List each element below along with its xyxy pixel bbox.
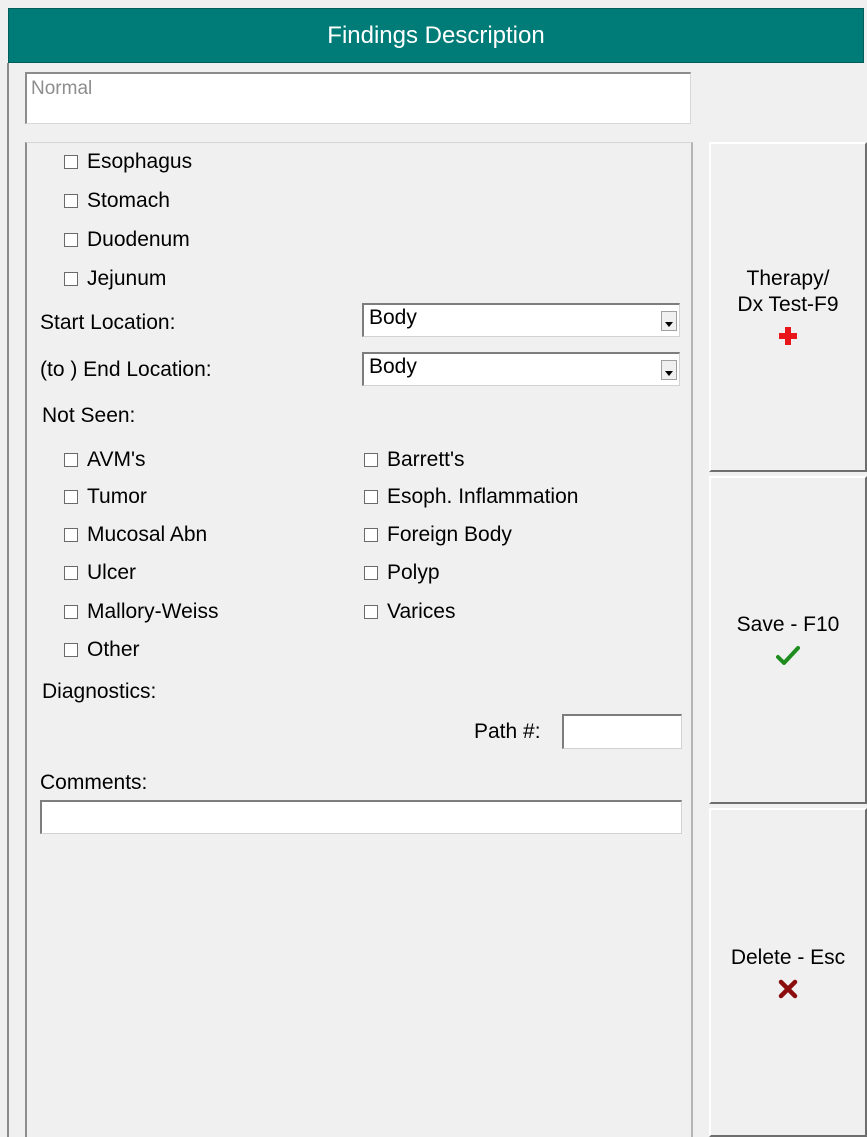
checkbox-other[interactable]: Other <box>64 638 140 662</box>
checkbox-esoph-inflammation[interactable]: Esoph. Inflammation <box>364 485 578 509</box>
checkbox-box[interactable] <box>364 605 378 619</box>
checkbox-mallory-weiss[interactable]: Mallory-Weiss <box>64 600 218 624</box>
comments-input[interactable] <box>40 800 682 834</box>
therapy-dx-test-button[interactable]: Therapy/ Dx Test-F9 <box>709 142 867 472</box>
checkbox-polyp[interactable]: Polyp <box>364 561 440 585</box>
checkbox-barretts[interactable]: Barrett's <box>364 448 465 472</box>
checkbox-foreign-body[interactable]: Foreign Body <box>364 523 512 547</box>
end-location-label: (to ) End Location: <box>40 358 212 381</box>
checkbox-label: Tumor <box>87 485 147 508</box>
save-button-label: Save - F10 <box>736 613 840 636</box>
start-location-label: Start Location: <box>40 311 176 334</box>
checkbox-jejunum[interactable]: Jejunum <box>64 267 166 291</box>
checkbox-box[interactable] <box>64 453 78 467</box>
checkbox-label: Other <box>87 638 140 661</box>
checkbox-label: Foreign Body <box>387 523 512 546</box>
checkbox-tumor[interactable]: Tumor <box>64 485 147 509</box>
checkbox-ulcer[interactable]: Ulcer <box>64 561 136 585</box>
checkbox-mucosal-abn[interactable]: Mucosal Abn <box>64 523 207 547</box>
checkbox-label: Mallory-Weiss <box>87 600 219 623</box>
delete-button[interactable]: Delete - Esc <box>709 808 867 1137</box>
start-location-value: Body <box>369 306 417 329</box>
checkbox-box[interactable] <box>64 490 78 504</box>
checkbox-box[interactable] <box>64 605 78 619</box>
start-location-select[interactable]: Body <box>362 303 680 337</box>
checkbox-stomach[interactable]: Stomach <box>64 189 170 213</box>
checkbox-box[interactable] <box>64 233 78 247</box>
checkbox-box[interactable] <box>64 194 78 208</box>
findings-description-input[interactable]: Normal <box>25 72 691 124</box>
dropdown-button[interactable] <box>661 360 677 380</box>
checkbox-varices[interactable]: Varices <box>364 600 455 624</box>
checkbox-label: Polyp <box>387 561 440 584</box>
checkbox-esophagus[interactable]: Esophagus <box>64 150 192 174</box>
checkbox-label: Stomach <box>87 189 170 212</box>
checkbox-label: Barrett's <box>387 448 465 471</box>
path-number-label: Path #: <box>474 720 541 743</box>
checkbox-label: Esoph. Inflammation <box>387 485 579 508</box>
checkbox-box[interactable] <box>364 528 378 542</box>
checkbox-box[interactable] <box>64 643 78 657</box>
checkbox-box[interactable] <box>64 528 78 542</box>
end-location-value: Body <box>369 355 417 378</box>
green-check-icon <box>776 644 800 668</box>
checkbox-label: Duodenum <box>87 228 190 251</box>
checkbox-box[interactable] <box>364 566 378 580</box>
path-number-input[interactable] <box>562 714 682 749</box>
checkbox-label: Mucosal Abn <box>87 523 208 546</box>
not-seen-label: Not Seen: <box>42 404 136 427</box>
chevron-down-icon <box>665 322 673 327</box>
checkbox-label: AVM's <box>87 448 146 471</box>
window-title: Findings Description <box>327 21 545 49</box>
red-x-icon <box>776 977 800 1001</box>
comments-label: Comments: <box>40 771 148 794</box>
end-location-select[interactable]: Body <box>362 352 680 386</box>
checkbox-box[interactable] <box>64 272 78 286</box>
frame-border <box>7 63 9 1137</box>
checkbox-box[interactable] <box>364 453 378 467</box>
checkbox-duodenum[interactable]: Duodenum <box>64 228 190 252</box>
checkbox-box[interactable] <box>64 566 78 580</box>
chevron-down-icon <box>665 371 673 376</box>
checkbox-avms[interactable]: AVM's <box>64 448 145 472</box>
diagnostics-label: Diagnostics: <box>42 680 157 703</box>
checkbox-box[interactable] <box>364 490 378 504</box>
checkbox-label: Ulcer <box>87 561 137 584</box>
checkbox-label: Jejunum <box>87 267 167 290</box>
checkbox-label: Varices <box>387 600 456 623</box>
title-bar: Findings Description <box>8 8 864 63</box>
therapy-button-label: Therapy/ Dx Test-F9 <box>737 267 839 316</box>
checkbox-box[interactable] <box>64 155 78 169</box>
save-button[interactable]: Save - F10 <box>709 476 867 804</box>
checkbox-label: Esophagus <box>87 150 193 173</box>
dropdown-button[interactable] <box>661 311 677 331</box>
red-cross-icon <box>776 324 800 348</box>
delete-button-label: Delete - Esc <box>730 945 846 969</box>
